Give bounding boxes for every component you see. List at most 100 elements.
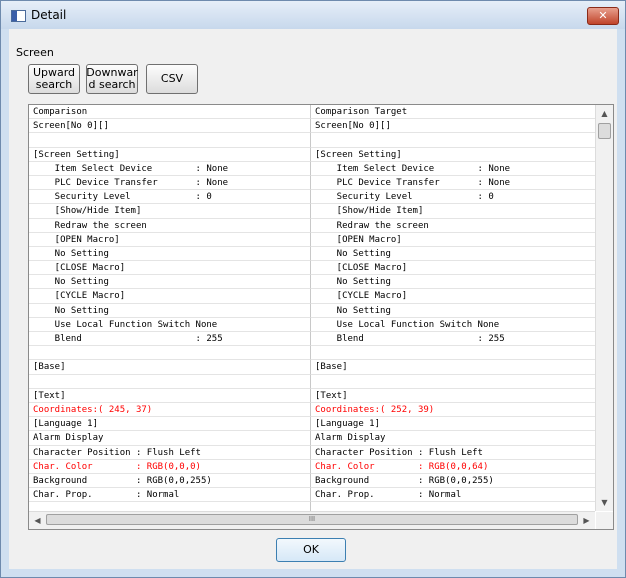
- comparison-cell: Character Position : Flush Left: [29, 445, 311, 460]
- table-row[interactable]: Blend : 255 Blend : 255: [29, 332, 595, 347]
- table-row[interactable]: [29, 133, 595, 148]
- scroll-down-icon[interactable]: ▼: [596, 494, 613, 511]
- comparison-target-cell: PLC Device Transfer : None: [311, 176, 595, 191]
- table-row[interactable]: Screen[No 0][] Screen[No 0][]: [29, 119, 595, 134]
- csv-button[interactable]: CSV: [146, 64, 198, 94]
- table-row[interactable]: [CYCLE Macro] [CYCLE Macro]: [29, 289, 595, 304]
- comparison-target-cell: Character Position : Flush Left: [311, 446, 595, 460]
- table-row[interactable]: Char. Prop. : Normal Char. Prop. : Normal: [29, 488, 595, 503]
- table-row[interactable]: Background : RGB(0,0,255) Background : RG…: [29, 473, 595, 489]
- comparison-target-cell: [Screen Setting]: [311, 148, 595, 162]
- comparison-cell: [Language 1]: [29, 417, 311, 432]
- table-row[interactable]: No Setting No Setting: [29, 275, 595, 290]
- comparison-target-cell: [CYCLE Macro]: [311, 289, 595, 304]
- window-icon: [11, 10, 26, 22]
- upward-search-button[interactable]: Upward search: [28, 64, 80, 94]
- vertical-scroll-thumb[interactable]: [598, 123, 611, 139]
- ok-button[interactable]: OK: [276, 538, 346, 562]
- table-row[interactable]: [Language 1] [Language 1]: [29, 417, 595, 432]
- table-row[interactable]: No Setting No Setting: [29, 303, 595, 318]
- comparison-table: Comparison Comparison Target Screen[No 0…: [29, 105, 595, 511]
- close-button[interactable]: ✕: [587, 7, 619, 25]
- comparison-target-cell: [OPEN Macro]: [311, 233, 595, 247]
- table-row[interactable]: Security Level : 0 Security Level : 0: [29, 190, 595, 205]
- table-row[interactable]: Alarm Display Alarm Display: [29, 431, 595, 446]
- header-comparison: Comparison: [29, 105, 311, 120]
- table-row[interactable]: [Screen Setting] [Screen Setting]: [29, 147, 595, 162]
- table-row[interactable]: [OPEN Macro] [OPEN Macro]: [29, 232, 595, 247]
- comparison-target-cell: No Setting: [311, 304, 595, 318]
- comparison-cell: Use Local Function Switch None: [29, 317, 311, 332]
- table-row[interactable]: No Setting No Setting: [29, 246, 595, 262]
- scroll-right-icon[interactable]: ▶: [578, 512, 595, 529]
- comparison-target-cell: No Setting: [311, 275, 595, 290]
- vertical-scrollbar[interactable]: ▲ ▼: [595, 105, 613, 511]
- header-comparison-target: Comparison Target: [311, 105, 595, 120]
- comparison-cell: [Screen Setting]: [29, 147, 311, 162]
- comparison-target-cell: Background : RGB(0,0,255): [311, 474, 595, 489]
- comparison-target-cell: Item Select Device : None: [311, 162, 595, 176]
- comparison-cell: No Setting: [29, 246, 311, 262]
- comparison-cell: [Show/Hide Item]: [29, 204, 311, 219]
- comparison-target-cell: Use Local Function Switch None: [311, 318, 595, 332]
- comparison-cell: No Setting: [29, 275, 311, 290]
- table-row[interactable]: [29, 374, 595, 389]
- scroll-up-icon[interactable]: ▲: [596, 105, 613, 122]
- table-row[interactable]: Char. Color : RGB(0,0,0) Char. Color : RG…: [29, 459, 595, 474]
- comparison-cell: [Base]: [29, 360, 311, 375]
- table-row[interactable]: [29, 346, 595, 361]
- title-bar[interactable]: Detail ✕: [1, 1, 625, 29]
- comparison-cell: [29, 133, 311, 148]
- comparison-target-cell: No Setting: [311, 247, 595, 262]
- comparison-target-cell: Char. Color : RGB(0,0,64): [311, 460, 595, 474]
- comparison-cell: [29, 346, 311, 361]
- table-row[interactable]: [CLOSE Macro] [CLOSE Macro]: [29, 261, 595, 276]
- table-row[interactable]: [Base] [Base]: [29, 360, 595, 375]
- comparison-cell: Item Select Device : None: [29, 161, 311, 176]
- table-row[interactable]: Coordinates:( 245, 37) Coordinates:( 252,…: [29, 402, 595, 418]
- comparison-cell: PLC Device Transfer : None: [29, 175, 311, 191]
- comparison-cell: Blend : 255: [29, 332, 311, 347]
- comparison-target-cell: Blend : 255: [311, 332, 595, 347]
- comparison-cell: No Setting: [29, 303, 311, 318]
- comparison-cell: Security Level : 0: [29, 190, 311, 205]
- table-row[interactable]: Item Select Device : None Item Select De…: [29, 161, 595, 176]
- window-title: Detail: [31, 8, 67, 22]
- table-row[interactable]: [Text] [Text]: [29, 388, 595, 403]
- comparison-target-cell: Screen[No 0][]: [311, 119, 595, 134]
- comparison-cell: Char. Prop. : Normal: [29, 488, 311, 503]
- table-row[interactable]: [29, 502, 595, 511]
- comparison-target-cell: [CLOSE Macro]: [311, 261, 595, 276]
- comparison-target-cell: Alarm Display: [311, 431, 595, 446]
- comparison-cell: [CYCLE Macro]: [29, 289, 311, 304]
- horizontal-scrollbar[interactable]: ◀ III ▶: [29, 511, 595, 529]
- comparison-cell: [CLOSE Macro]: [29, 261, 311, 276]
- comparison-target-cell: [Base]: [311, 360, 595, 375]
- table-row[interactable]: PLC Device Transfer : None PLC Device Tr…: [29, 175, 595, 191]
- comparison-panel: Comparison Comparison Target Screen[No 0…: [28, 104, 614, 530]
- comparison-target-cell: Coordinates:( 252, 39): [311, 403, 595, 418]
- table-header-row: Comparison Comparison Target: [29, 105, 595, 120]
- scrollbar-corner: [596, 512, 613, 529]
- table-row[interactable]: Redraw the screen Redraw the screen: [29, 218, 595, 233]
- comparison-cell: [29, 374, 311, 389]
- comparison-target-cell: Security Level : 0: [311, 190, 595, 205]
- horizontal-scroll-thumb[interactable]: III: [46, 514, 578, 525]
- comparison-target-cell: Char. Prop. : Normal: [311, 488, 595, 503]
- comparison-target-cell: [311, 502, 595, 511]
- scroll-left-icon[interactable]: ◀: [29, 512, 46, 529]
- comparison-target-cell: [Language 1]: [311, 417, 595, 432]
- comparison-target-cell: [311, 133, 595, 148]
- comparison-target-cell: [Show/Hide Item]: [311, 204, 595, 219]
- table-row[interactable]: Use Local Function Switch None Use Local…: [29, 317, 595, 332]
- table-row[interactable]: [Show/Hide Item] [Show/Hide Item]: [29, 204, 595, 219]
- comparison-target-cell: [311, 375, 595, 389]
- downward-search-button[interactable]: Downwar d search: [86, 64, 138, 94]
- comparison-cell: Coordinates:( 245, 37): [29, 402, 311, 418]
- comparison-cell: Screen[No 0][]: [29, 119, 311, 134]
- comparison-target-cell: [Text]: [311, 389, 595, 403]
- comparison-cell: Char. Color : RGB(0,0,0): [29, 459, 311, 474]
- comparison-cell: Background : RGB(0,0,255): [29, 473, 311, 489]
- table-row[interactable]: Character Position : Flush Left Character…: [29, 445, 595, 460]
- comparison-cell: Redraw the screen: [29, 218, 311, 233]
